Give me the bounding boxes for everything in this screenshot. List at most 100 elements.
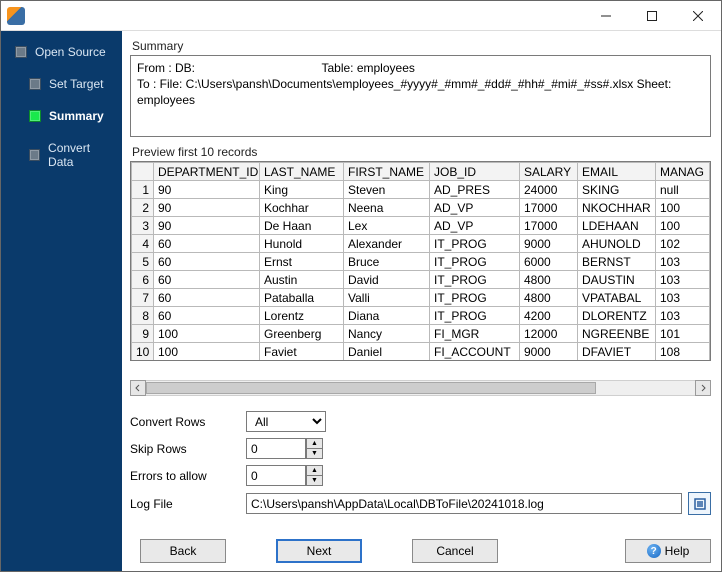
row-number-cell: 7 bbox=[132, 289, 154, 307]
sidebar-item-set-target[interactable]: Set Target bbox=[1, 71, 122, 97]
back-button[interactable]: Back bbox=[140, 539, 226, 563]
maximize-button[interactable] bbox=[629, 1, 675, 31]
table-row[interactable]: 10100FavietDanielFI_ACCOUNT9000DFAVIET10… bbox=[132, 343, 710, 361]
table-row[interactable]: 460HunoldAlexanderIT_PROG9000AHUNOLD102 bbox=[132, 235, 710, 253]
minimize-button[interactable] bbox=[583, 1, 629, 31]
skip-rows-input[interactable] bbox=[246, 438, 306, 459]
skip-rows-spinner[interactable]: ▲▼ bbox=[246, 438, 324, 459]
column-header[interactable]: FIRST_NAME bbox=[344, 163, 430, 181]
table-cell: 100 bbox=[154, 343, 260, 361]
table-cell: 103 bbox=[656, 253, 710, 271]
close-button[interactable] bbox=[675, 1, 721, 31]
column-header[interactable]: SALARY bbox=[520, 163, 578, 181]
spinner-down-icon[interactable]: ▼ bbox=[306, 475, 323, 486]
convert-rows-select[interactable]: All bbox=[246, 411, 326, 432]
summary-section-label: Summary bbox=[132, 39, 711, 53]
table-cell: AD_VP bbox=[430, 217, 520, 235]
column-header[interactable]: DEPARTMENT_ID bbox=[154, 163, 260, 181]
summary-from-label: From : DB: bbox=[137, 61, 195, 75]
table-cell: 60 bbox=[154, 235, 260, 253]
row-number-header bbox=[132, 163, 154, 181]
table-cell: 103 bbox=[656, 289, 710, 307]
errors-allow-spinner[interactable]: ▲▼ bbox=[246, 465, 324, 486]
window-titlebar bbox=[1, 1, 721, 31]
table-cell: Greenberg bbox=[260, 325, 344, 343]
table-cell: IT_PROG bbox=[430, 307, 520, 325]
scroll-right-icon[interactable] bbox=[695, 380, 711, 396]
cancel-button[interactable]: Cancel bbox=[412, 539, 498, 563]
row-number-cell: 10 bbox=[132, 343, 154, 361]
preview-grid[interactable]: DEPARTMENT_IDLAST_NAMEFIRST_NAMEJOB_IDSA… bbox=[130, 161, 711, 361]
table-cell: LDEHAAN bbox=[578, 217, 656, 235]
row-number-cell: 9 bbox=[132, 325, 154, 343]
help-button[interactable]: ? Help bbox=[625, 539, 711, 563]
step-indicator-icon bbox=[29, 78, 41, 90]
table-cell: AD_PRES bbox=[430, 181, 520, 199]
table-cell: IT_PROG bbox=[430, 253, 520, 271]
table-row[interactable]: 660AustinDavidIT_PROG4800DAUSTIN103 bbox=[132, 271, 710, 289]
main-panel: Summary From : DB: Table: employees To :… bbox=[122, 31, 721, 571]
table-cell: Kochhar bbox=[260, 199, 344, 217]
table-cell: King bbox=[260, 181, 344, 199]
table-cell: Alexander bbox=[344, 235, 430, 253]
table-row[interactable]: 760PataballaValliIT_PROG4800VPATABAL103 bbox=[132, 289, 710, 307]
row-number-cell: 4 bbox=[132, 235, 154, 253]
column-header[interactable]: JOB_ID bbox=[430, 163, 520, 181]
table-cell: 9000 bbox=[520, 235, 578, 253]
table-cell: 60 bbox=[154, 271, 260, 289]
table-cell: IT_PROG bbox=[430, 271, 520, 289]
next-button[interactable]: Next bbox=[276, 539, 362, 563]
table-cell: Daniel bbox=[344, 343, 430, 361]
column-header[interactable]: MANAG bbox=[656, 163, 710, 181]
table-cell: Lorentz bbox=[260, 307, 344, 325]
browse-log-button[interactable] bbox=[688, 492, 711, 515]
table-cell: 6000 bbox=[520, 253, 578, 271]
log-file-input[interactable] bbox=[246, 493, 682, 514]
table-row[interactable]: 860LorentzDianaIT_PROG4200DLORENTZ103 bbox=[132, 307, 710, 325]
spinner-down-icon[interactable]: ▼ bbox=[306, 448, 323, 459]
horizontal-scrollbar[interactable] bbox=[130, 379, 711, 397]
table-cell: 102 bbox=[656, 235, 710, 253]
table-row[interactable]: 9100GreenbergNancyFI_MGR12000NGREENBE101 bbox=[132, 325, 710, 343]
table-cell: 4800 bbox=[520, 271, 578, 289]
table-cell: David bbox=[344, 271, 430, 289]
wizard-footer: Back Next Cancel ? Help bbox=[130, 529, 711, 563]
table-row[interactable]: 290KochharNeenaAD_VP17000NKOCHHAR100 bbox=[132, 199, 710, 217]
table-cell: 100 bbox=[656, 217, 710, 235]
step-indicator-icon bbox=[15, 46, 27, 58]
table-cell: Lex bbox=[344, 217, 430, 235]
column-header[interactable]: EMAIL bbox=[578, 163, 656, 181]
table-cell: 24000 bbox=[520, 181, 578, 199]
column-header[interactable]: LAST_NAME bbox=[260, 163, 344, 181]
spinner-up-icon[interactable]: ▲ bbox=[306, 465, 323, 475]
table-row[interactable]: 190KingStevenAD_PRES24000SKINGnull bbox=[132, 181, 710, 199]
table-cell: Ernst bbox=[260, 253, 344, 271]
table-cell: FI_ACCOUNT bbox=[430, 343, 520, 361]
table-cell: 60 bbox=[154, 289, 260, 307]
summary-table-label: Table: employees bbox=[321, 61, 414, 75]
help-icon: ? bbox=[647, 544, 661, 558]
row-number-cell: 2 bbox=[132, 199, 154, 217]
errors-allow-input[interactable] bbox=[246, 465, 306, 486]
scrollbar-track[interactable] bbox=[146, 380, 695, 396]
step-indicator-icon bbox=[29, 149, 40, 161]
table-cell: 103 bbox=[656, 271, 710, 289]
table-cell: 90 bbox=[154, 199, 260, 217]
summary-to-line: To : File: C:\Users\pansh\Documents\empl… bbox=[137, 76, 704, 108]
scroll-left-icon[interactable] bbox=[130, 380, 146, 396]
row-number-cell: 5 bbox=[132, 253, 154, 271]
summary-text-box: From : DB: Table: employees To : File: C… bbox=[130, 55, 711, 137]
table-row[interactable]: 390De HaanLexAD_VP17000LDEHAAN100 bbox=[132, 217, 710, 235]
table-cell: NKOCHHAR bbox=[578, 199, 656, 217]
scrollbar-thumb[interactable] bbox=[146, 382, 596, 394]
sidebar-item-label: Open Source bbox=[35, 45, 106, 59]
sidebar-item-summary[interactable]: Summary bbox=[1, 103, 122, 129]
sidebar-item-convert-data[interactable]: Convert Data bbox=[1, 135, 122, 175]
table-row[interactable]: 560ErnstBruceIT_PROG6000BERNST103 bbox=[132, 253, 710, 271]
table-cell: 60 bbox=[154, 253, 260, 271]
table-cell: 100 bbox=[154, 325, 260, 343]
sidebar-item-open-source[interactable]: Open Source bbox=[1, 39, 122, 65]
table-cell: 4800 bbox=[520, 289, 578, 307]
spinner-up-icon[interactable]: ▲ bbox=[306, 438, 323, 448]
sidebar-item-label: Set Target bbox=[49, 77, 103, 91]
